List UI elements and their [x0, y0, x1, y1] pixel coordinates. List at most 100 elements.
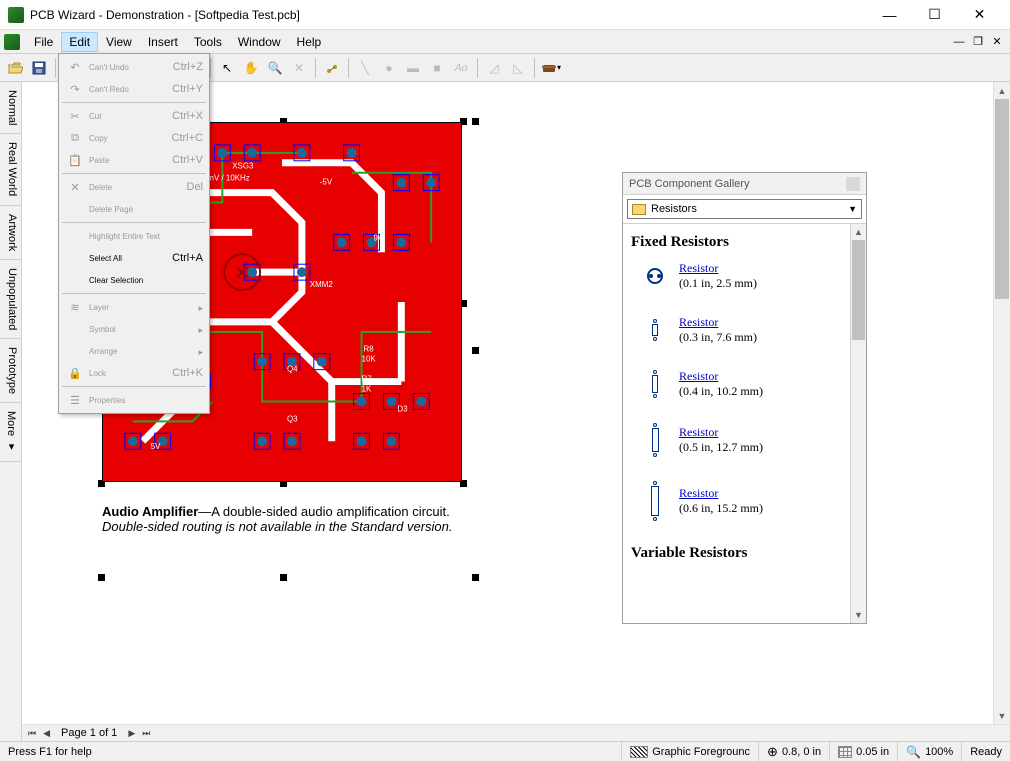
rect-tool[interactable]: ▬ [402, 57, 424, 79]
menu-clear-selection[interactable]: Clear Selection [61, 269, 207, 291]
gallery-titlebar[interactable]: PCB Component Gallery [623, 173, 866, 195]
pan-tool[interactable]: ✋ [240, 57, 262, 79]
zoom-tool[interactable]: 🔍 [264, 57, 286, 79]
last-page-button[interactable]: ⏭ [140, 728, 152, 739]
vtab-more[interactable]: More [0, 403, 21, 461]
menu-redo: ↷Can't RedoCtrl+Y [61, 78, 207, 100]
title-bar: PCB Wizard - Demonstration - [Softpedia … [0, 0, 1010, 30]
vtab-prototype[interactable]: Prototype [0, 339, 21, 403]
svg-text:R7: R7 [362, 375, 373, 384]
next-page-button[interactable]: ▶ [126, 728, 137, 739]
prev-page-button[interactable]: ◀ [41, 728, 52, 739]
grid-icon [838, 746, 852, 758]
handle-g-ne[interactable] [472, 118, 479, 125]
gallery-item[interactable]: Resistor(0.1 in, 2.5 mm) [631, 261, 866, 291]
menu-window[interactable]: Window [230, 32, 289, 52]
scroll-up-icon[interactable]: ▲ [851, 224, 866, 240]
view-tabs: Normal Real World Artwork Unpopulated Pr… [0, 82, 22, 741]
svg-text:9V: 9V [373, 233, 383, 242]
edit-menu-dropdown: ↶Can't UndoCtrl+Z ↷Can't RedoCtrl+Y ✂Cut… [58, 53, 210, 414]
gallery-heading-variable: Variable Resistors [631, 545, 866, 562]
mdi-close[interactable]: ✕ [988, 33, 1006, 51]
handle-g-s[interactable] [280, 574, 287, 581]
menu-arrange: Arrange [61, 340, 207, 362]
status-zoom[interactable]: 🔍100% [897, 742, 961, 761]
minimize-button[interactable]: — [867, 0, 912, 30]
menu-layer: ≋Layer [61, 296, 207, 318]
menu-help[interactable]: Help [289, 32, 330, 52]
scroll-thumb[interactable] [995, 99, 1009, 299]
vtab-realworld[interactable]: Real World [0, 134, 21, 205]
board-caption: Audio Amplifier—A double-sided audio amp… [102, 504, 472, 534]
pointer-tool[interactable]: ↖ [216, 57, 238, 79]
chevron-down-icon: ▼ [848, 204, 857, 214]
menu-copy: ⧉CopyCtrl+C [61, 127, 207, 149]
status-bar: Press F1 for help Graphic Foregrounc ⊕0.… [0, 741, 1010, 761]
gallery-item[interactable]: Resistor(0.4 in, 10.2 mm) [631, 369, 866, 399]
status-layer[interactable]: Graphic Foregrounc [621, 742, 758, 761]
save-button[interactable] [28, 57, 50, 79]
svg-text:XSG3: XSG3 [232, 162, 254, 171]
menu-edit[interactable]: Edit [61, 32, 98, 52]
svg-text:R8: R8 [364, 345, 375, 354]
gallery-scrollbar[interactable]: ▲ ▼ [850, 224, 866, 623]
svg-text:Q3: Q3 [287, 414, 298, 423]
component-gallery[interactable]: PCB Component Gallery Resistors ▼ Fixed … [622, 172, 867, 624]
vtab-normal[interactable]: Normal [0, 82, 21, 134]
shape1-tool[interactable]: ◿ [483, 57, 505, 79]
shape2-tool[interactable]: ◺ [507, 57, 529, 79]
handle-g-sw[interactable] [98, 574, 105, 581]
zoom-icon: 🔍 [906, 745, 921, 759]
open-button[interactable] [4, 57, 26, 79]
menu-paste: 📋PasteCtrl+V [61, 149, 207, 171]
handle-g-se[interactable] [472, 574, 479, 581]
scroll-down-icon[interactable]: ▼ [851, 607, 866, 623]
menu-file[interactable]: File [26, 32, 61, 52]
scroll-down-icon[interactable]: ▼ [994, 707, 1010, 724]
close-button[interactable]: ✕ [957, 0, 1002, 30]
scroll-thumb[interactable] [852, 240, 865, 340]
menu-symbol: Symbol [61, 318, 207, 340]
pad-tool[interactable]: ● [378, 57, 400, 79]
gallery-item[interactable]: Resistor(0.5 in, 12.7 mm) [631, 423, 866, 457]
menu-cut: ✂CutCtrl+X [61, 105, 207, 127]
menu-tools[interactable]: Tools [186, 32, 230, 52]
scroll-up-icon[interactable]: ▲ [994, 82, 1010, 99]
svg-text:mV / 10KHz: mV / 10KHz [207, 174, 249, 183]
gallery-item[interactable]: Resistor(0.6 in, 15.2 mm) [631, 481, 866, 521]
vertical-scrollbar[interactable]: ▲ ▼ [993, 82, 1010, 724]
window-title: PCB Wizard - Demonstration - [Softpedia … [30, 8, 867, 22]
gallery-body: Fixed Resistors Resistor(0.1 in, 2.5 mm)… [623, 223, 866, 623]
delete-tool[interactable]: ✕ [288, 57, 310, 79]
gallery-item[interactable]: Resistor(0.3 in, 7.6 mm) [631, 315, 866, 345]
mdi-restore[interactable]: ❐ [969, 33, 987, 51]
track-tool[interactable]: ╲ [354, 57, 376, 79]
text-tool[interactable]: Aa [450, 57, 472, 79]
menu-select-all[interactable]: Select AllCtrl+A [61, 247, 207, 269]
maximize-button[interactable]: ☐ [912, 0, 957, 30]
vtab-artwork[interactable]: Artwork [0, 206, 21, 260]
copper-tool[interactable]: ■ [426, 57, 448, 79]
horizontal-scrollbar[interactable]: ⏮ ◀ Page 1 of 1 ▶ ⏭ [22, 724, 1010, 741]
hatch-icon [630, 746, 648, 758]
handle-g-e[interactable] [472, 347, 479, 354]
menu-undo: ↶Can't UndoCtrl+Z [61, 56, 207, 78]
component-tool[interactable] [321, 57, 343, 79]
first-page-button[interactable]: ⏮ [26, 728, 38, 739]
menu-insert[interactable]: Insert [140, 32, 186, 52]
menu-lock: 🔒LockCtrl+K [61, 362, 207, 384]
doc-icon [4, 34, 20, 50]
svg-text:5V: 5V [151, 442, 161, 451]
menu-bar: File Edit View Insert Tools Window Help … [0, 30, 1010, 54]
library-button[interactable]: ▾ [540, 57, 562, 79]
mdi-minimize[interactable]: — [950, 33, 968, 51]
vtab-unpopulated[interactable]: Unpopulated [0, 260, 21, 339]
app-icon [8, 7, 24, 23]
gallery-title: PCB Component Gallery [629, 178, 749, 190]
gallery-heading-fixed: Fixed Resistors [631, 234, 866, 251]
gallery-close-icon[interactable] [846, 177, 860, 191]
menu-view[interactable]: View [98, 32, 140, 52]
menu-delete-page: Delete Page [61, 198, 207, 220]
status-grid[interactable]: 0.05 in [829, 742, 897, 761]
gallery-category-select[interactable]: Resistors ▼ [627, 199, 862, 219]
